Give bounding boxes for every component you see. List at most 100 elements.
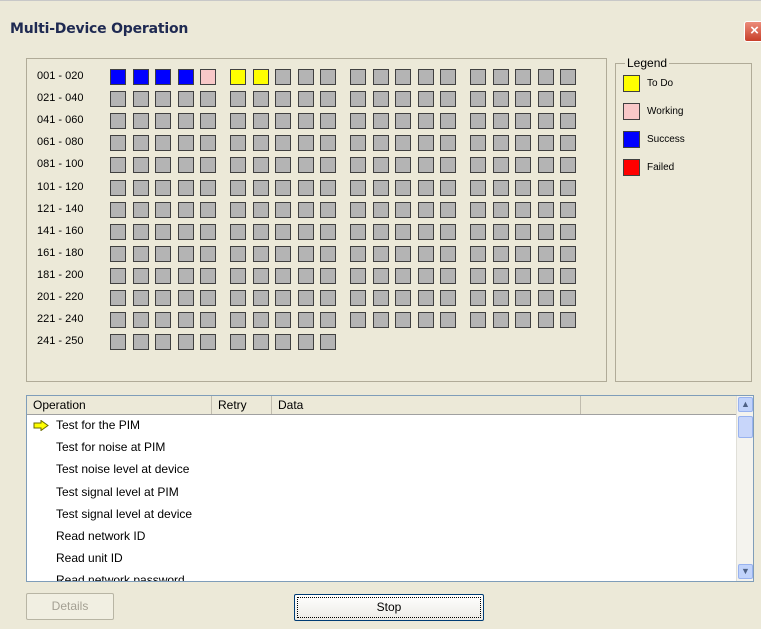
scroll-thumb[interactable] <box>738 416 753 438</box>
scroll-down-button[interactable]: ▼ <box>738 564 753 579</box>
device-cell <box>320 268 336 284</box>
legend-label: Working <box>647 106 684 117</box>
device-cell <box>275 246 291 262</box>
device-cell <box>395 135 411 151</box>
device-cell <box>373 113 389 129</box>
device-cell <box>373 69 389 85</box>
device-cell <box>253 334 269 350</box>
operation-row[interactable]: Test signal level at PIM <box>27 482 736 504</box>
operations-scrollbar[interactable]: ▲ ▼ <box>736 396 753 581</box>
device-cell <box>298 69 314 85</box>
device-cell <box>298 180 314 196</box>
operation-row[interactable]: Test for the PIM <box>27 415 736 437</box>
device-cell <box>178 268 194 284</box>
device-cell <box>470 224 486 240</box>
device-cell <box>155 91 171 107</box>
operation-row[interactable]: Test signal level at device <box>27 504 736 526</box>
device-cell <box>515 268 531 284</box>
device-cell <box>440 157 456 173</box>
device-cell <box>298 312 314 328</box>
column-header-operation[interactable]: Operation <box>27 396 212 414</box>
operation-row[interactable]: Read unit ID <box>27 548 736 570</box>
device-cell <box>253 246 269 262</box>
device-row-label: 001 - 020 <box>37 70 84 82</box>
device-cell <box>418 290 434 306</box>
device-cell <box>418 312 434 328</box>
device-cell <box>440 113 456 129</box>
device-row: 161 - 180 <box>37 246 597 264</box>
device-cell <box>275 334 291 350</box>
device-cell <box>275 312 291 328</box>
device-cell <box>320 113 336 129</box>
device-cell <box>298 157 314 173</box>
device-cell <box>200 113 216 129</box>
device-cell <box>350 113 366 129</box>
device-cell <box>470 268 486 284</box>
device-cell <box>440 202 456 218</box>
device-cell <box>493 246 509 262</box>
device-cell <box>275 224 291 240</box>
device-cell <box>515 312 531 328</box>
device-cell <box>275 157 291 173</box>
device-cell <box>538 135 554 151</box>
device-cell <box>230 268 246 284</box>
legend-group: Legend To Do Working Success Failed <box>615 56 752 382</box>
device-cell <box>373 246 389 262</box>
close-button[interactable]: × <box>744 21 761 42</box>
device-cell <box>178 157 194 173</box>
device-cell <box>395 202 411 218</box>
operations-list[interactable]: Operation Retry Data Test for the PIM Tes… <box>26 395 754 582</box>
stop-button[interactable]: Stop <box>294 594 484 621</box>
device-cell <box>133 113 149 129</box>
device-status-grid: 001 - 020 021 - 040 041 - 060 061 - 080 081 … <box>26 58 607 382</box>
device-cell <box>275 290 291 306</box>
device-cell <box>350 246 366 262</box>
device-cell <box>230 246 246 262</box>
device-cell <box>493 180 509 196</box>
device-row-label: 201 - 220 <box>37 291 84 303</box>
device-cell <box>350 91 366 107</box>
device-cell <box>200 91 216 107</box>
device-cell <box>470 290 486 306</box>
device-cell <box>298 91 314 107</box>
device-cell <box>395 180 411 196</box>
operation-row[interactable]: Test noise level at device <box>27 459 736 481</box>
device-cell <box>230 157 246 173</box>
device-cell <box>470 135 486 151</box>
device-cell <box>470 157 486 173</box>
column-header-retry[interactable]: Retry <box>212 396 272 414</box>
device-row-label: 061 - 080 <box>37 136 84 148</box>
scroll-up-button[interactable]: ▲ <box>738 397 753 412</box>
device-row-label: 041 - 060 <box>37 114 84 126</box>
device-cell <box>110 312 126 328</box>
device-cell <box>298 268 314 284</box>
details-button[interactable]: Details <box>26 593 114 620</box>
device-cell <box>418 224 434 240</box>
device-cell <box>133 69 149 85</box>
device-cell <box>395 157 411 173</box>
device-cell <box>178 202 194 218</box>
device-row: 101 - 120 <box>37 180 597 198</box>
device-cell <box>538 312 554 328</box>
device-cell <box>133 268 149 284</box>
device-cell <box>350 312 366 328</box>
legend-swatch-working <box>623 103 640 120</box>
device-cell <box>320 290 336 306</box>
operation-row[interactable]: Read network ID <box>27 526 736 548</box>
device-cell <box>515 135 531 151</box>
device-cell <box>155 290 171 306</box>
device-row: 001 - 020 <box>37 69 597 87</box>
device-cell <box>350 69 366 85</box>
device-cell <box>253 224 269 240</box>
device-cell <box>440 312 456 328</box>
operation-row[interactable]: Test for noise at PIM <box>27 437 736 459</box>
legend-swatch-failed <box>623 159 640 176</box>
device-cell <box>440 135 456 151</box>
device-cell <box>320 246 336 262</box>
device-cell <box>515 91 531 107</box>
column-header-data[interactable]: Data <box>272 396 581 414</box>
operation-row[interactable]: Read network password <box>27 570 736 581</box>
device-cell <box>275 268 291 284</box>
device-cell <box>320 69 336 85</box>
device-cell <box>350 224 366 240</box>
